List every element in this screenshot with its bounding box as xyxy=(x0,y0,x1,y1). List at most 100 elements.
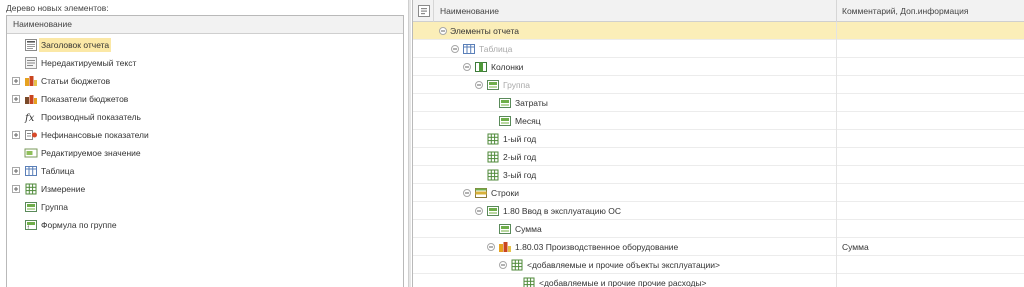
column-divider xyxy=(836,148,837,166)
table-row[interactable]: 3-ый год xyxy=(413,166,1024,184)
left-column-header[interactable]: Наименование xyxy=(7,16,403,34)
tree-item-label: Группа xyxy=(41,202,68,212)
group-formula-icon: f xyxy=(24,219,38,231)
group-icon xyxy=(498,115,512,127)
svg-text:fx: fx xyxy=(24,113,35,123)
tree-item[interactable]: Показатели бюджетов xyxy=(7,90,403,108)
row-name: Строки xyxy=(491,188,519,198)
dimension-grid-icon xyxy=(522,277,536,287)
table-row[interactable]: Месяц xyxy=(413,112,1024,130)
column-divider xyxy=(836,256,837,274)
left-tree-body: Заголовок отчета Нередактируемый текст Ста… xyxy=(7,34,403,234)
column-divider xyxy=(836,166,837,184)
row-name: <добавляемые и прочие объекты эксплуатац… xyxy=(527,260,720,270)
header-divider xyxy=(433,0,434,22)
tree-item-label: Формула по группе xyxy=(41,220,117,230)
group-icon xyxy=(486,205,500,217)
row-name: Месяц xyxy=(515,116,541,126)
columns-icon xyxy=(474,61,488,73)
dimension-grid-icon xyxy=(486,151,500,163)
column-divider xyxy=(836,220,837,238)
plus-expander-icon[interactable] xyxy=(12,77,20,85)
tree-item[interactable]: Статьи бюджетов xyxy=(7,72,403,90)
row-name: Элементы отчета xyxy=(450,26,519,36)
minus-expander-icon[interactable] xyxy=(499,261,507,269)
formula-fx-icon: fx xyxy=(24,111,38,123)
tree-item[interactable]: Заголовок отчета xyxy=(7,36,403,54)
tree-item-label: Производный показатель xyxy=(41,112,141,122)
column-divider xyxy=(836,58,837,76)
tree-item[interactable]: Нередактируемый текст xyxy=(7,54,403,72)
row-name: Таблица xyxy=(479,44,513,54)
table-row[interactable]: Таблица xyxy=(413,40,1024,58)
tree-item-label: Измерение xyxy=(41,184,86,194)
table-row[interactable]: Сумма xyxy=(413,220,1024,238)
minus-expander-icon[interactable] xyxy=(439,27,447,35)
comment-column-header[interactable]: Комментарий, Доп.информация xyxy=(842,6,968,16)
new-elements-tree[interactable]: Наименование Заголовок отчета Нередактиру… xyxy=(6,15,404,287)
group-icon xyxy=(24,201,38,213)
table-row[interactable]: Группа xyxy=(413,76,1024,94)
table-row[interactable]: Элементы отчета xyxy=(413,22,1024,40)
table-row[interactable]: 2-ый год xyxy=(413,148,1024,166)
tree-item[interactable]: fx Производный показатель xyxy=(7,108,403,126)
row-name: 1.80 Ввод в эксплуатацию ОС xyxy=(503,206,622,216)
editable-value-icon xyxy=(24,147,38,159)
table-row[interactable]: Колонки xyxy=(413,58,1024,76)
column-divider xyxy=(836,112,837,130)
dimension-grid-icon xyxy=(486,169,500,181)
minus-expander-icon[interactable] xyxy=(475,81,483,89)
tree-item-label: Нередактируемый текст xyxy=(41,58,137,68)
tree-item-label: Редактируемое значение xyxy=(41,148,141,158)
table-row[interactable]: 1.80.03 Производственное оборудование Сум… xyxy=(413,238,1024,256)
tree-item-label: Таблица xyxy=(41,166,75,176)
header-divider xyxy=(836,0,837,22)
report-structure-table[interactable]: Наименование Комментарий, Доп.информация… xyxy=(412,0,1024,287)
row-name: 2-ый год xyxy=(503,152,537,162)
table-row[interactable]: <добавляемые и прочие прочие расходы> xyxy=(413,274,1024,287)
row-name: Затраты xyxy=(515,98,548,108)
dimension-grid-icon xyxy=(24,183,38,195)
plus-expander-icon[interactable] xyxy=(12,95,20,103)
tree-item[interactable]: Нефинансовые показатели xyxy=(7,126,403,144)
tree-item[interactable]: Таблица xyxy=(7,162,403,180)
minus-expander-icon[interactable] xyxy=(475,207,483,215)
name-column-header[interactable]: Наименование xyxy=(440,6,499,16)
report-header-icon xyxy=(24,39,38,51)
plus-expander-icon[interactable] xyxy=(12,167,20,175)
minus-expander-icon[interactable] xyxy=(487,243,495,251)
plus-expander-icon[interactable] xyxy=(12,131,20,139)
column-divider xyxy=(836,274,837,287)
row-name: 1.80.03 Производственное оборудование xyxy=(515,242,679,252)
column-divider xyxy=(836,238,837,256)
tree-item[interactable]: f Формула по группе xyxy=(7,216,403,234)
row-name: Колонки xyxy=(491,62,524,72)
minus-expander-icon[interactable] xyxy=(463,189,471,197)
table-row[interactable]: Строки xyxy=(413,184,1024,202)
table-body: Элементы отчета Таблица Колонки Группа Затра… xyxy=(413,22,1024,287)
plus-expander-icon[interactable] xyxy=(12,185,20,193)
group-icon xyxy=(498,223,512,235)
row-comment: Сумма xyxy=(842,242,869,252)
table-header: Наименование Комментарий, Доп.информация xyxy=(413,0,1024,22)
table-row[interactable]: 1-ый год xyxy=(413,130,1024,148)
tree-item-label: Показатели бюджетов xyxy=(41,94,129,104)
table-settings-icon[interactable] xyxy=(418,5,430,17)
panel-splitter[interactable] xyxy=(408,0,411,287)
column-divider xyxy=(836,94,837,112)
row-name: 1-ый год xyxy=(503,134,537,144)
tree-item[interactable]: Измерение xyxy=(7,180,403,198)
table-row[interactable]: Затраты xyxy=(413,94,1024,112)
table-row[interactable]: <добавляемые и прочие объекты эксплуатац… xyxy=(413,256,1024,274)
tree-item[interactable]: Редактируемое значение xyxy=(7,144,403,162)
column-divider xyxy=(836,184,837,202)
column-divider xyxy=(836,202,837,220)
minus-expander-icon[interactable] xyxy=(451,45,459,53)
tree-item-label: Заголовок отчета xyxy=(39,38,112,52)
tree-item[interactable]: Группа xyxy=(7,198,403,216)
dimension-grid-icon xyxy=(510,259,524,271)
table-row[interactable]: 1.80 Ввод в эксплуатацию ОС xyxy=(413,202,1024,220)
group-icon xyxy=(486,79,500,91)
group-icon xyxy=(498,97,512,109)
minus-expander-icon[interactable] xyxy=(463,63,471,71)
